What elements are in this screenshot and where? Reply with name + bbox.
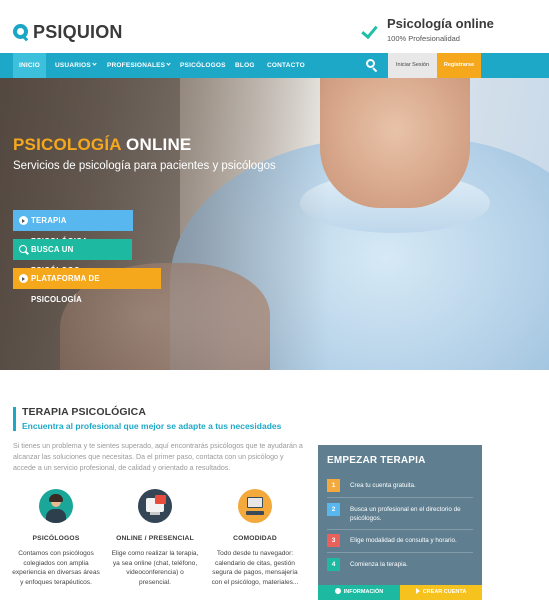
section-accent-bar bbox=[13, 407, 16, 431]
divider bbox=[327, 497, 473, 498]
nav-item-contacto[interactable]: Contacto bbox=[261, 53, 311, 78]
feature-online-presencial: Online / Presencial Elige como realizar … bbox=[110, 489, 200, 587]
step-number: 4 bbox=[327, 558, 340, 571]
section-title: TERAPIA PSICOLÓGICA bbox=[22, 406, 147, 418]
feature-title: Comodidad bbox=[233, 535, 277, 542]
panel-title: EMPEZAR TERAPIA bbox=[327, 455, 426, 466]
logo-text: PSIQUION bbox=[33, 22, 123, 42]
step-text: Crea tu cuenta gratuita. bbox=[350, 482, 416, 489]
check-icon bbox=[362, 23, 382, 37]
empezar-terapia-panel: EMPEZAR TERAPIA 1 Crea tu cuenta gratuit… bbox=[318, 445, 482, 600]
hero-title-rest: ONLINE bbox=[126, 135, 192, 154]
plataforma-psicologia-button[interactable]: Plataforma de psicología bbox=[13, 268, 161, 304]
tagline-subtitle: 100% Profesionalidad bbox=[387, 34, 460, 43]
chevron-down-icon bbox=[166, 61, 171, 66]
step-item: 3 Elige modalidad de consulta y horario. bbox=[327, 534, 473, 547]
play-icon bbox=[415, 588, 420, 594]
nav-item-psicologos[interactable]: Psicólogos bbox=[174, 53, 232, 78]
nav-item-label: Usuarios bbox=[55, 62, 91, 69]
info-icon bbox=[334, 588, 341, 594]
search-icon[interactable] bbox=[360, 53, 384, 78]
nav-item-inicio[interactable]: Inicio bbox=[13, 53, 47, 78]
register-button[interactable]: Registrarse bbox=[437, 53, 481, 78]
step-item: 1 Crea tu cuenta gratuita. bbox=[327, 479, 473, 492]
step-number: 1 bbox=[327, 479, 340, 492]
nav-item-label: Contacto bbox=[267, 62, 305, 69]
nav-item-label: Inicio bbox=[19, 62, 41, 69]
nav-item-label: Blog bbox=[235, 62, 255, 69]
feature-title: Psicólogos bbox=[32, 535, 80, 542]
button-label: Crear cuenta bbox=[422, 589, 467, 595]
step-text: Busca un profesional en el directorio de… bbox=[350, 506, 461, 522]
psychologist-icon bbox=[39, 489, 73, 523]
top-header: PSIQUION Psicología online 100% Profesio… bbox=[0, 0, 549, 53]
step-item: 4 Comienza la terapia. bbox=[327, 558, 473, 571]
terapia-psicologica-button[interactable]: Terapia psicológica bbox=[13, 210, 133, 246]
nav-item-profesionales[interactable]: Profesionales bbox=[101, 53, 176, 78]
divider bbox=[327, 552, 473, 553]
button-label: Información bbox=[343, 589, 384, 595]
feature-description: Contamos con psicólogos colegiados con a… bbox=[12, 550, 100, 586]
header-tagline: Psicología online 100% Profesionalidad bbox=[362, 16, 494, 45]
nav-item-usuarios[interactable]: Usuarios bbox=[49, 53, 102, 78]
nav-item-label: Psicólogos bbox=[180, 62, 226, 69]
logo-search-icon bbox=[13, 24, 30, 42]
busca-psicologo-button[interactable]: Busca un psicólogo bbox=[13, 239, 132, 275]
feature-description: Elige como realizar la terapia, ya sea o… bbox=[111, 550, 199, 586]
step-number: 2 bbox=[327, 503, 340, 516]
hero-title-highlight: PSICOLOGÍA bbox=[13, 135, 122, 154]
step-text: Elige modalidad de consulta y horario. bbox=[350, 537, 457, 544]
feature-comodidad: Comodidad Todo desde tu navegador: calen… bbox=[210, 489, 300, 587]
crear-cuenta-button[interactable]: Crear cuenta bbox=[400, 585, 482, 600]
divider bbox=[327, 529, 473, 530]
arrow-circle-icon bbox=[19, 216, 28, 225]
search-icon bbox=[19, 245, 27, 253]
login-button[interactable]: Iniciar Sesión bbox=[388, 53, 437, 78]
arrow-circle-icon bbox=[19, 274, 28, 283]
computer-icon bbox=[238, 489, 272, 523]
step-text: Comienza la terapia. bbox=[350, 561, 408, 568]
section-subtitle: Encuentra al profesional que mejor se ad… bbox=[22, 421, 282, 431]
hero-subtitle: Servicios de psicología para pacientes y… bbox=[13, 160, 276, 172]
feature-title: Online / Presencial bbox=[116, 535, 194, 542]
tagline-title: Psicología online bbox=[387, 16, 494, 31]
hero-title: PSICOLOGÍA ONLINE bbox=[13, 135, 191, 155]
feature-description: Todo desde tu navegador: calendario de c… bbox=[211, 550, 299, 586]
nav-item-label: Profesionales bbox=[107, 62, 166, 69]
feature-psicologos: Psicólogos Contamos con psicólogos coleg… bbox=[11, 489, 101, 587]
informacion-button[interactable]: Información bbox=[318, 585, 400, 600]
nav-item-blog[interactable]: Blog bbox=[229, 53, 261, 78]
section-description: Si tienes un problema y te sientes super… bbox=[13, 442, 303, 472]
site-logo[interactable]: PSIQUION bbox=[13, 22, 123, 43]
chevron-down-icon bbox=[92, 61, 97, 66]
step-number: 3 bbox=[327, 534, 340, 547]
online-devices-icon bbox=[138, 489, 172, 523]
step-item: 2 Busca un profesional en el directorio … bbox=[327, 503, 473, 523]
